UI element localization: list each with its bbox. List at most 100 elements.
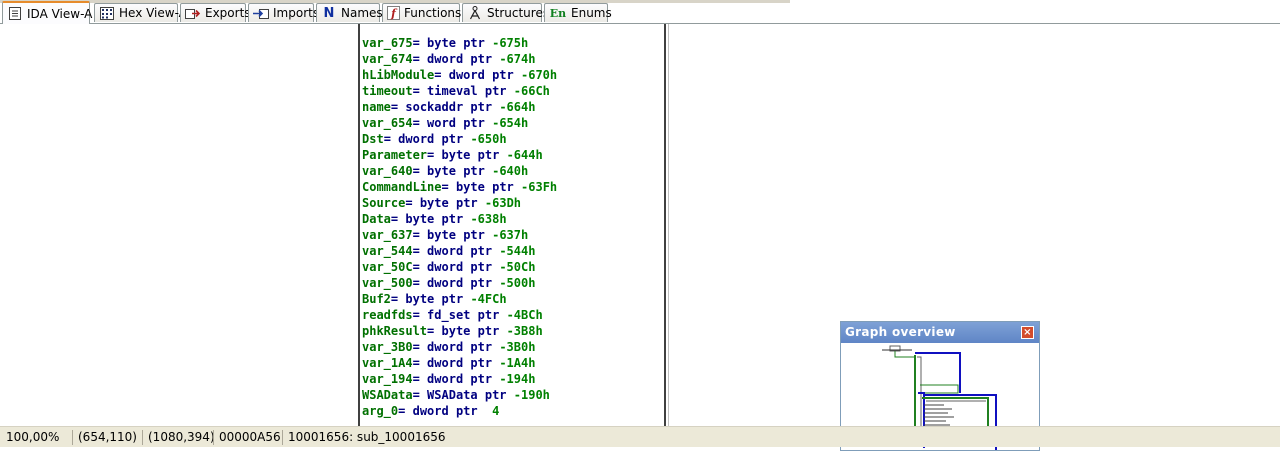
stack-variable-row[interactable]: var_654= word ptr -654h (362, 115, 557, 131)
variable-name[interactable]: var_544 (362, 244, 413, 258)
tab-hex-view-a[interactable]: Hex View-A (94, 3, 187, 22)
equals-sign: = (398, 404, 406, 418)
hex-view-icon (99, 6, 115, 20)
status-bar: 100,00% (654,110) (1080,394) 00000A56 10… (0, 426, 1280, 447)
variable-type: fd_set (427, 308, 471, 322)
graph-overview-title: Graph overview (845, 325, 956, 339)
stack-variable-row[interactable]: var_640= byte ptr -640h (362, 163, 557, 179)
variable-name[interactable]: var_654 (362, 116, 413, 130)
stack-variable-row[interactable]: WSAData= WSAData ptr -190h (362, 387, 557, 403)
variable-name[interactable]: var_1A4 (362, 356, 413, 370)
equals-sign: = (383, 132, 391, 146)
stack-variable-row[interactable]: var_500= dword ptr -500h (362, 275, 557, 291)
left-empty-area[interactable] (0, 24, 358, 426)
variable-name[interactable]: Source (362, 196, 405, 210)
ptr-keyword: ptr (441, 132, 464, 146)
variable-name[interactable]: var_500 (362, 276, 413, 290)
tab-label: Exports (205, 6, 251, 20)
structures-icon (467, 6, 483, 20)
variable-name[interactable]: var_640 (362, 164, 413, 178)
stack-offset: -644h (506, 148, 543, 162)
equals-sign: = (412, 36, 420, 50)
tab-exports[interactable]: Exports (180, 3, 251, 22)
status-file-offset: 00000A56 (219, 430, 281, 444)
stack-variable-row[interactable]: Data= byte ptr -638h (362, 211, 557, 227)
variable-name[interactable]: name (362, 100, 391, 114)
tab-functions[interactable]: f Functions (382, 3, 462, 22)
tab-names[interactable]: N Names (316, 3, 383, 22)
variable-name[interactable]: var_675 (362, 36, 413, 50)
stack-variable-row[interactable]: var_674= dword ptr -674h (362, 51, 557, 67)
ptr-keyword: ptr (470, 340, 493, 354)
equals-sign: = (412, 244, 420, 258)
variable-name[interactable]: Data (362, 212, 391, 226)
stack-variable-row[interactable]: var_3B0= dword ptr -3B0h (362, 339, 557, 355)
variable-name[interactable]: CommandLine (362, 180, 441, 194)
variable-type: dword (427, 244, 464, 258)
equals-sign: = (427, 148, 435, 162)
variable-name[interactable]: Dst (362, 132, 384, 146)
status-separator (142, 430, 143, 445)
stack-variable-row[interactable]: var_194= dword ptr -194h (362, 371, 557, 387)
stack-variable-row[interactable]: var_1A4= dword ptr -1A4h (362, 355, 557, 371)
variable-name[interactable]: var_50C (362, 260, 413, 274)
stack-variable-row[interactable]: Parameter= byte ptr -644h (362, 147, 557, 163)
ptr-keyword: ptr (455, 196, 478, 210)
stack-variable-row[interactable]: var_544= dword ptr -544h (362, 243, 557, 259)
tab-label: Functions (404, 6, 462, 20)
variable-name[interactable]: phkResult (362, 324, 427, 338)
variable-name[interactable]: arg_0 (362, 404, 398, 418)
variable-name[interactable]: Parameter (362, 148, 427, 162)
variable-type: dword (427, 276, 464, 290)
stack-variable-row[interactable]: hLibModule= dword ptr -670h (362, 67, 557, 83)
stack-variable-row[interactable]: Source= byte ptr -63Dh (362, 195, 557, 211)
stack-variable-row[interactable]: name= sockaddr ptr -664h (362, 99, 557, 115)
graph-overview-titlebar[interactable]: Graph overview × (841, 322, 1039, 343)
stack-variable-row[interactable]: readfds= fd_set ptr -4BCh (362, 307, 557, 323)
stack-variable-row[interactable]: CommandLine= byte ptr -63Fh (362, 179, 557, 195)
tab-structures[interactable]: Structures (462, 3, 549, 22)
equals-sign: = (412, 164, 420, 178)
tab-label: Hex View-A (119, 6, 187, 20)
variable-name[interactable]: WSAData (362, 388, 413, 402)
ptr-keyword: ptr (463, 228, 485, 242)
ptr-keyword: ptr (470, 276, 493, 290)
variable-name[interactable]: var_637 (362, 228, 413, 242)
equals-sign: = (412, 372, 420, 386)
variable-type: byte (405, 292, 435, 306)
stack-offset: -544h (499, 244, 536, 258)
stack-variable-row[interactable]: Buf2= byte ptr -4FCh (362, 291, 557, 307)
ptr-keyword: ptr (455, 404, 478, 418)
tab-ida-view-a[interactable]: IDA View-A (2, 1, 92, 24)
variable-name[interactable]: hLibModule (362, 68, 434, 82)
stack-offset: -194h (499, 372, 536, 386)
close-icon[interactable]: × (1021, 326, 1034, 339)
functions-icon: f (387, 6, 400, 20)
stack-offset: -640h (492, 164, 529, 178)
stack-variable-row[interactable]: timeout= timeval ptr -66Ch (362, 83, 557, 99)
ptr-keyword: ptr (484, 84, 507, 98)
stack-variable-row[interactable]: var_675= byte ptr -675h (362, 35, 557, 51)
variable-name[interactable]: var_194 (362, 372, 413, 386)
stack-variable-row[interactable]: phkResult= byte ptr -3B8h (362, 323, 557, 339)
status-separator (282, 430, 283, 445)
variable-name[interactable]: Buf2 (362, 292, 391, 306)
equals-sign: = (412, 276, 420, 290)
stack-offset: -190h (513, 388, 550, 402)
tab-imports[interactable]: Imports (248, 3, 319, 22)
ptr-keyword: ptr (484, 388, 507, 402)
stack-variable-row[interactable]: var_637= byte ptr -637h (362, 227, 557, 243)
tab-enums[interactable]: En Enums (544, 3, 612, 22)
disassembly-listing[interactable]: var_675= byte ptr -675h var_674= dword pt… (358, 24, 666, 426)
stack-offset: -674h (499, 52, 536, 66)
variable-type: byte (405, 212, 435, 226)
variable-name[interactable]: var_674 (362, 52, 413, 66)
variable-type: dword (427, 372, 464, 386)
variable-name[interactable]: readfds (362, 308, 413, 322)
stack-variable-row[interactable]: Dst= dword ptr -650h (362, 131, 557, 147)
variable-name[interactable]: timeout (362, 84, 413, 98)
equals-sign: = (427, 324, 435, 338)
variable-name[interactable]: var_3B0 (362, 340, 413, 354)
stack-variable-row[interactable]: arg_0= dword ptr 4 (362, 403, 557, 419)
stack-variable-row[interactable]: var_50C= dword ptr -50Ch (362, 259, 557, 275)
